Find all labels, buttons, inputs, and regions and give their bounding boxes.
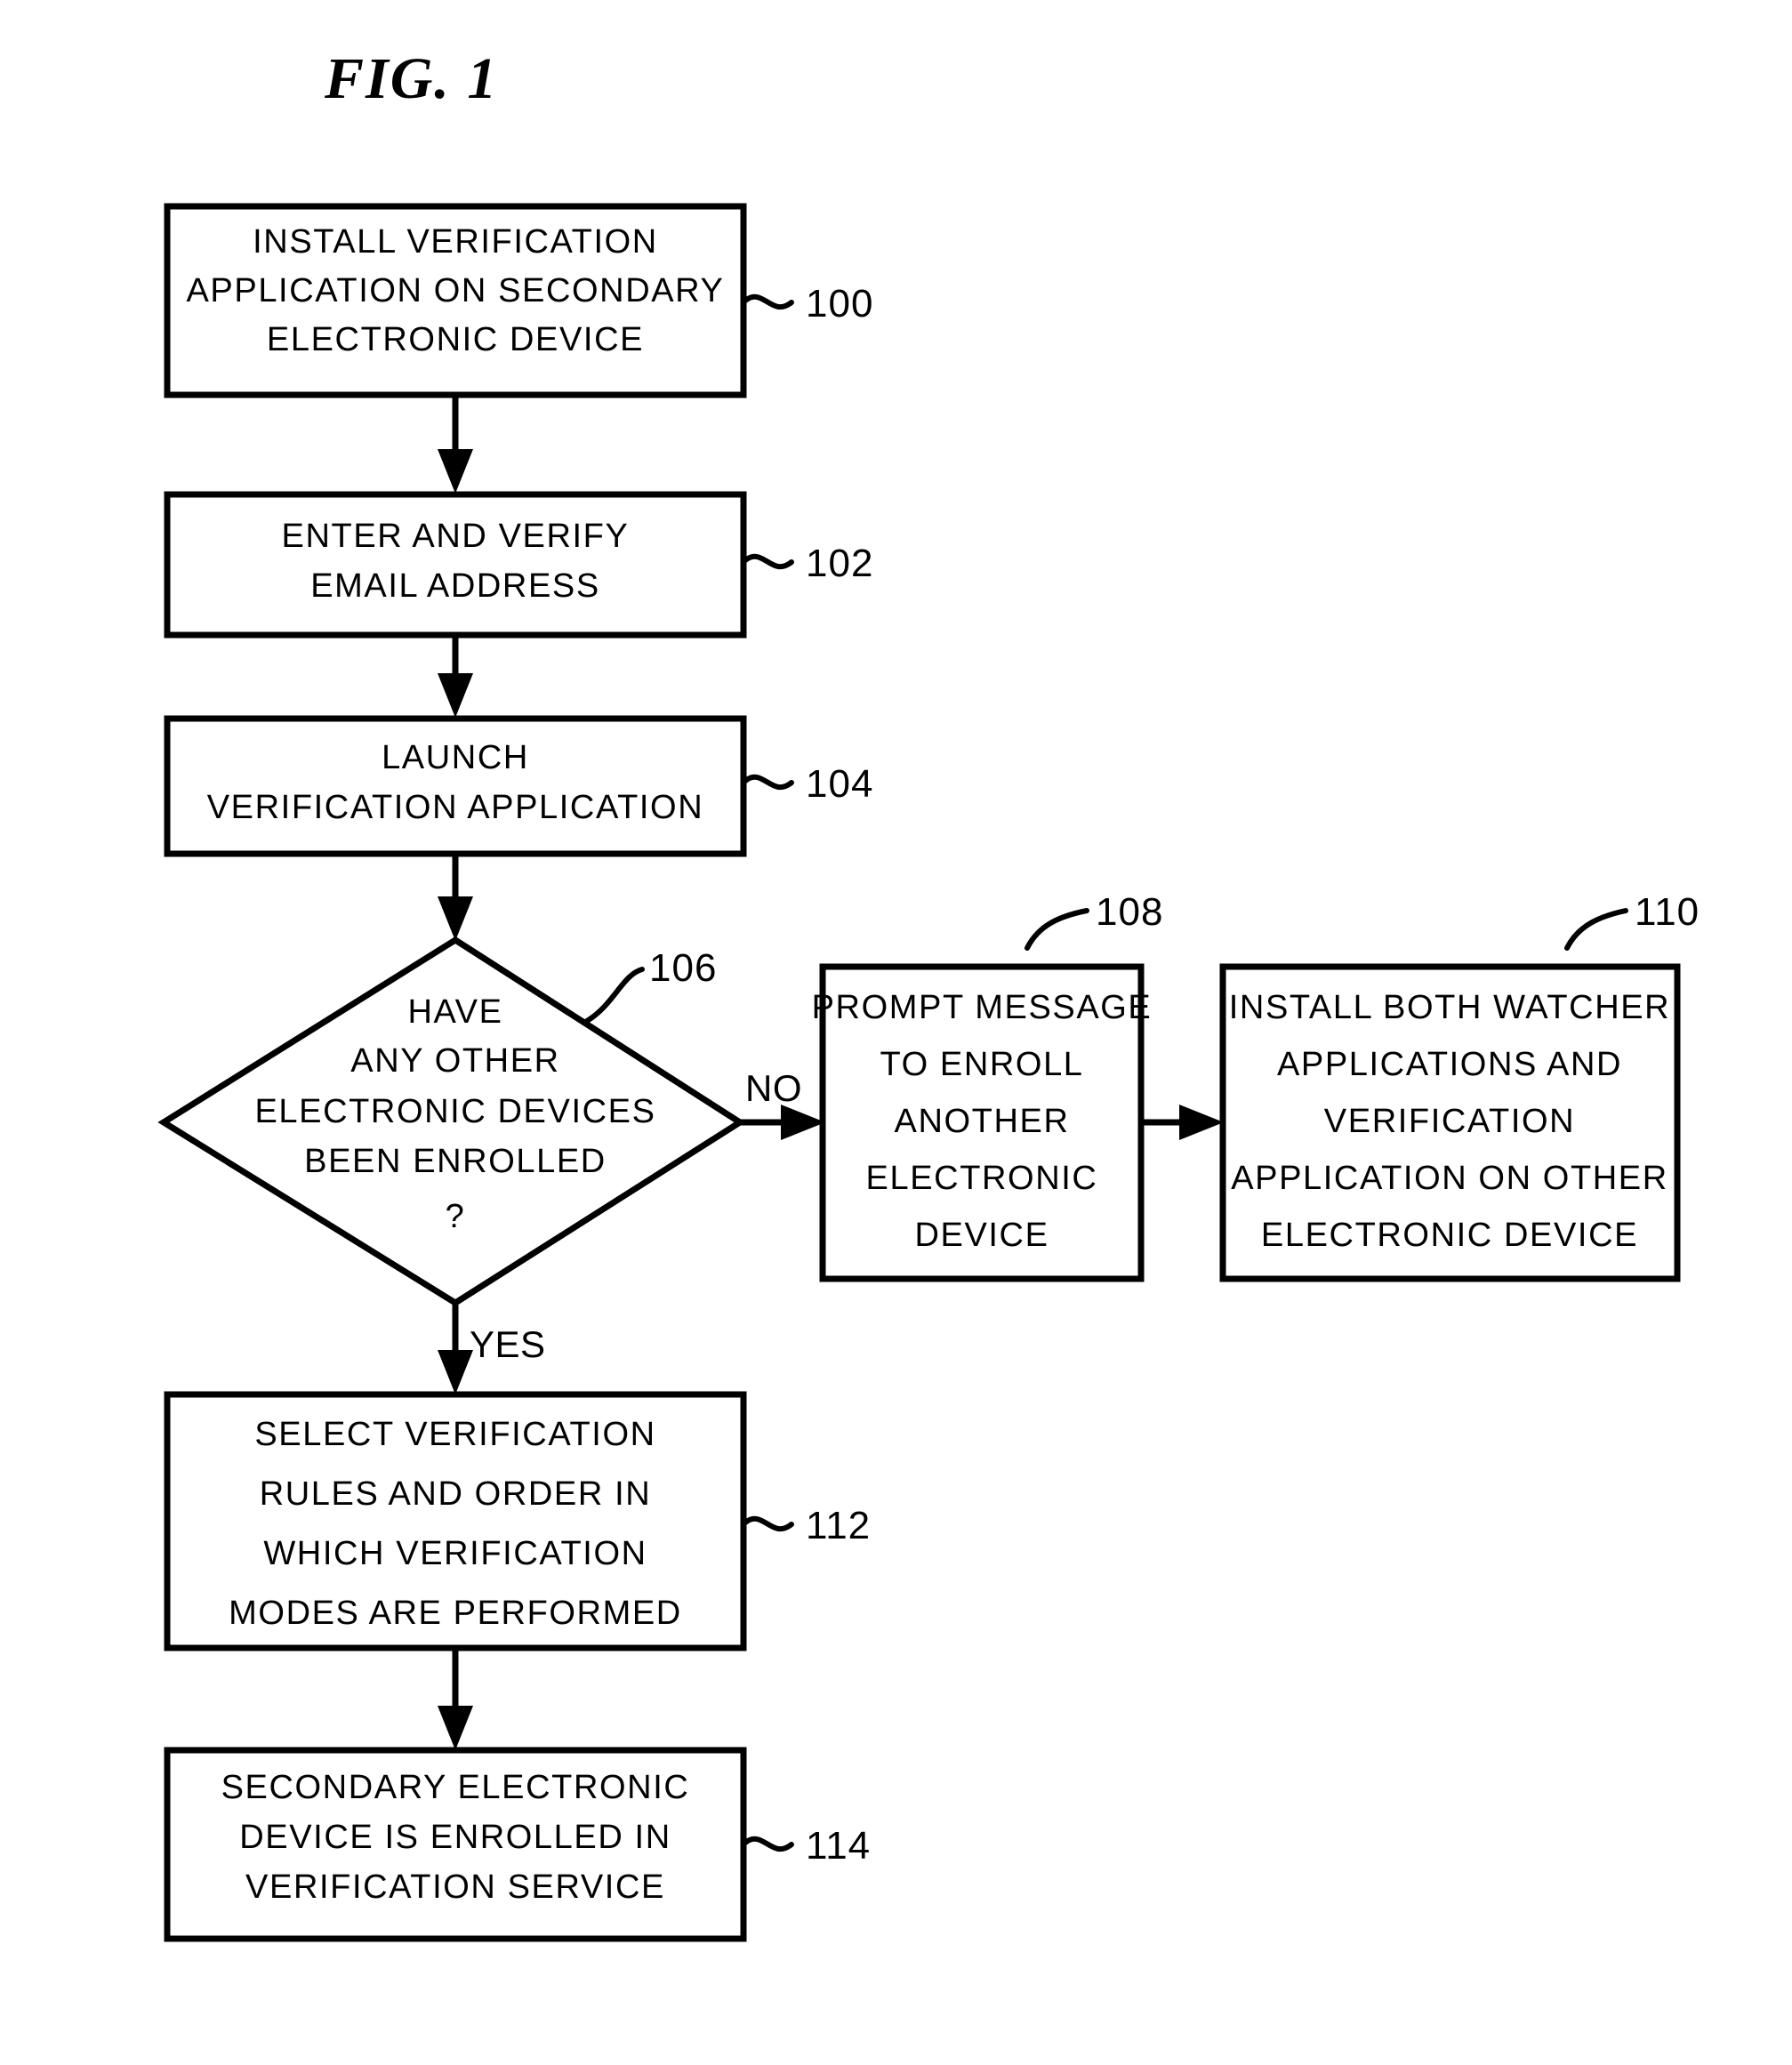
arrowhead-icon (438, 896, 473, 941)
node-108-leader-line (1025, 908, 1089, 951)
connector-102-to-104 (438, 635, 473, 718)
node-102-leader-line (743, 553, 794, 570)
connector-112-to-114 (438, 1648, 473, 1750)
node-114-line-2: DEVICE IS ENROLLED IN (239, 1819, 671, 1856)
node-108-line-1: PROMPT MESSAGE (812, 989, 1153, 1026)
node-110-line-4: APPLICATION ON OTHER (1231, 1160, 1668, 1197)
node-114-leader-line (743, 1836, 794, 1852)
node-100-line-3: ELECTRONIC DEVICE (267, 321, 644, 358)
node-110-line-3: VERIFICATION (1324, 1103, 1575, 1140)
node-108-line-5: DEVICE (914, 1217, 1049, 1254)
node-114-line-1: SECONDARY ELECTRONIC (221, 1769, 690, 1806)
node-100-line-2: APPLICATION ON SECONDARY (186, 272, 724, 309)
node-108[interactable]: PROMPT MESSAGE TO ENROLL ANOTHER ELECTRO… (812, 890, 1164, 1282)
node-114-line-3: VERIFICATION SERVICE (245, 1868, 665, 1906)
branch-label-no: NO (745, 1067, 802, 1109)
node-104-ref: 104 (806, 762, 873, 806)
arrowhead-icon (438, 673, 473, 718)
node-100-leader-line (743, 293, 794, 310)
node-106-line-3: ELECTRONIC DEVICES (254, 1093, 655, 1130)
node-102-box[interactable] (164, 491, 747, 639)
node-100[interactable]: INSTALL VERIFICATION APPLICATION ON SECO… (164, 203, 873, 398)
connector-108-to-110 (1141, 1105, 1224, 1140)
node-100-ref: 100 (806, 282, 873, 325)
node-108-line-3: ANOTHER (895, 1103, 1070, 1140)
connector-104-to-106 (438, 854, 473, 941)
node-104-leader-line (743, 774, 794, 791)
node-108-line-2: TO ENROLL (880, 1046, 1083, 1083)
node-110-line-2: APPLICATIONS AND (1277, 1046, 1622, 1083)
node-104[interactable]: LAUNCH VERIFICATION APPLICATION 104 (164, 715, 873, 857)
node-110-line-5: ELECTRONIC DEVICE (1261, 1217, 1638, 1254)
flowchart-svg: FIG. 1 INSTALL VERIFICATION APPLICATION … (157, 46, 1700, 1942)
node-102[interactable]: ENTER AND VERIFY EMAIL ADDRESS 102 (164, 491, 873, 639)
node-108-ref: 108 (1096, 890, 1163, 934)
node-102-line-2: EMAIL ADDRESS (310, 567, 600, 605)
arrowhead-icon (1179, 1105, 1224, 1140)
node-104-line-1: LAUNCH (382, 739, 529, 776)
node-110-leader-line (1564, 908, 1628, 951)
node-112-line-3: WHICH VERIFICATION (263, 1535, 647, 1572)
figure-canvas: FIG. 1 INSTALL VERIFICATION APPLICATION … (0, 0, 1792, 2065)
node-100-line-1: INSTALL VERIFICATION (253, 223, 658, 261)
node-110[interactable]: INSTALL BOTH WATCHER APPLICATIONS AND VE… (1219, 890, 1700, 1282)
arrowhead-icon (438, 449, 473, 494)
node-112-ref: 112 (806, 1504, 871, 1547)
node-112-line-2: RULES AND ORDER IN (260, 1475, 652, 1513)
node-102-line-1: ENTER AND VERIFY (282, 518, 630, 555)
node-112-line-4: MODES ARE PERFORMED (229, 1595, 682, 1632)
node-106-line-4: BEEN ENROLLED (304, 1143, 607, 1180)
node-114[interactable]: SECONDARY ELECTRONIC DEVICE IS ENROLLED … (164, 1747, 871, 1942)
node-106-line-5: ? (446, 1198, 466, 1235)
connector-100-to-102 (438, 395, 473, 494)
node-112-leader-line (743, 1515, 794, 1532)
node-106-line-1: HAVE (407, 993, 502, 1031)
node-102-ref: 102 (806, 542, 873, 585)
node-106-ref: 106 (649, 946, 717, 990)
node-110-ref: 110 (1635, 890, 1700, 934)
node-104-line-2: VERIFICATION APPLICATION (207, 789, 704, 826)
arrowhead-icon (781, 1105, 825, 1140)
arrowhead-icon (438, 1350, 473, 1394)
figure-title: FIG. 1 (324, 46, 498, 111)
node-110-line-1: INSTALL BOTH WATCHER (1229, 989, 1670, 1026)
node-108-line-4: ELECTRONIC (866, 1160, 1098, 1197)
node-112[interactable]: SELECT VERIFICATION RULES AND ORDER IN W… (164, 1391, 871, 1651)
node-114-ref: 114 (806, 1824, 871, 1868)
node-106[interactable]: HAVE ANY OTHER ELECTRONIC DEVICES BEEN E… (157, 936, 746, 1307)
node-106-leader-line (584, 967, 645, 1024)
connector-106-to-108: NO (740, 1067, 825, 1140)
node-106-line-2: ANY OTHER (350, 1042, 559, 1080)
branch-label-yes: YES (470, 1323, 546, 1365)
arrowhead-icon (438, 1706, 473, 1750)
connector-106-to-112: YES (438, 1303, 546, 1394)
node-112-line-1: SELECT VERIFICATION (254, 1416, 655, 1453)
